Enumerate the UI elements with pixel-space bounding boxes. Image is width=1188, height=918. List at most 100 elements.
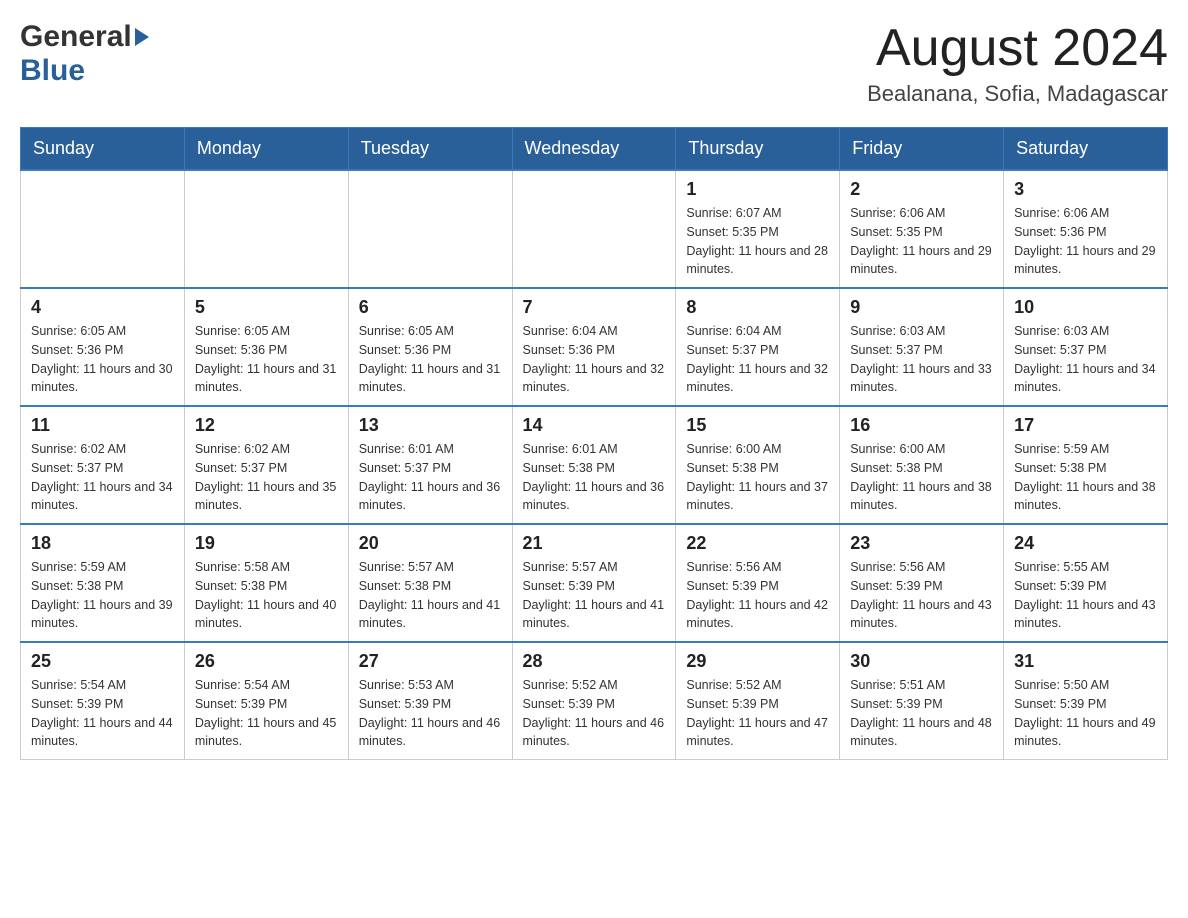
- week-row-1: 1 Sunrise: 6:07 AMSunset: 5:35 PMDaylight…: [21, 170, 1168, 288]
- day-number: 2: [850, 179, 993, 200]
- week-row-2: 4 Sunrise: 6:05 AMSunset: 5:36 PMDaylight…: [21, 288, 1168, 406]
- weekday-header-sunday: Sunday: [21, 128, 185, 171]
- weekday-header-tuesday: Tuesday: [348, 128, 512, 171]
- day-info: Sunrise: 5:57 AMSunset: 5:38 PMDaylight:…: [359, 558, 502, 633]
- calendar-cell: 4 Sunrise: 6:05 AMSunset: 5:36 PMDaylight…: [21, 288, 185, 406]
- day-info: Sunrise: 5:52 AMSunset: 5:39 PMDaylight:…: [686, 676, 829, 751]
- calendar-cell: 14 Sunrise: 6:01 AMSunset: 5:38 PMDayligh…: [512, 406, 676, 524]
- month-title: August 2024: [867, 20, 1168, 77]
- day-info: Sunrise: 6:00 AMSunset: 5:38 PMDaylight:…: [686, 440, 829, 515]
- calendar-cell: [512, 170, 676, 288]
- day-number: 25: [31, 651, 174, 672]
- day-number: 23: [850, 533, 993, 554]
- calendar-cell: 17 Sunrise: 5:59 AMSunset: 5:38 PMDayligh…: [1004, 406, 1168, 524]
- day-info: Sunrise: 5:58 AMSunset: 5:38 PMDaylight:…: [195, 558, 338, 633]
- day-number: 11: [31, 415, 174, 436]
- day-info: Sunrise: 6:00 AMSunset: 5:38 PMDaylight:…: [850, 440, 993, 515]
- day-info: Sunrise: 6:05 AMSunset: 5:36 PMDaylight:…: [31, 322, 174, 397]
- day-info: Sunrise: 6:06 AMSunset: 5:36 PMDaylight:…: [1014, 204, 1157, 279]
- day-number: 19: [195, 533, 338, 554]
- calendar-cell: 20 Sunrise: 5:57 AMSunset: 5:38 PMDayligh…: [348, 524, 512, 642]
- week-row-5: 25 Sunrise: 5:54 AMSunset: 5:39 PMDayligh…: [21, 642, 1168, 760]
- calendar-cell: 6Sunrise: 6:05 AMSunset: 5:36 PMDaylight…: [348, 288, 512, 406]
- day-info: Sunrise: 5:51 AMSunset: 5:39 PMDaylight:…: [850, 676, 993, 751]
- weekday-header-saturday: Saturday: [1004, 128, 1168, 171]
- calendar-cell: 5 Sunrise: 6:05 AMSunset: 5:36 PMDaylight…: [184, 288, 348, 406]
- day-info: Sunrise: 6:03 AMSunset: 5:37 PMDaylight:…: [850, 322, 993, 397]
- day-info: Sunrise: 6:02 AMSunset: 5:37 PMDaylight:…: [31, 440, 174, 515]
- day-info: Sunrise: 6:04 AMSunset: 5:37 PMDaylight:…: [686, 322, 829, 397]
- calendar-cell: 21 Sunrise: 5:57 AMSunset: 5:39 PMDayligh…: [512, 524, 676, 642]
- calendar-cell: [348, 170, 512, 288]
- title-area: August 2024 Bealanana, Sofia, Madagascar: [867, 20, 1168, 107]
- day-number: 29: [686, 651, 829, 672]
- calendar-cell: 3Sunrise: 6:06 AMSunset: 5:36 PMDaylight…: [1004, 170, 1168, 288]
- day-info: Sunrise: 6:01 AMSunset: 5:38 PMDaylight:…: [523, 440, 666, 515]
- weekday-header-friday: Friday: [840, 128, 1004, 171]
- day-info: Sunrise: 5:56 AMSunset: 5:39 PMDaylight:…: [850, 558, 993, 633]
- day-number: 22: [686, 533, 829, 554]
- day-number: 27: [359, 651, 502, 672]
- day-info: Sunrise: 5:59 AMSunset: 5:38 PMDaylight:…: [1014, 440, 1157, 515]
- calendar-cell: 1 Sunrise: 6:07 AMSunset: 5:35 PMDaylight…: [676, 170, 840, 288]
- day-info: Sunrise: 6:02 AMSunset: 5:37 PMDaylight:…: [195, 440, 338, 515]
- calendar-cell: 7Sunrise: 6:04 AMSunset: 5:36 PMDaylight…: [512, 288, 676, 406]
- logo: General Blue: [20, 20, 149, 88]
- calendar-cell: 27Sunrise: 5:53 AMSunset: 5:39 PMDayligh…: [348, 642, 512, 760]
- day-info: Sunrise: 5:55 AMSunset: 5:39 PMDaylight:…: [1014, 558, 1157, 633]
- calendar-cell: 15 Sunrise: 6:00 AMSunset: 5:38 PMDayligh…: [676, 406, 840, 524]
- logo-arrow-icon: [135, 28, 149, 46]
- day-info: Sunrise: 5:54 AMSunset: 5:39 PMDaylight:…: [195, 676, 338, 751]
- calendar-cell: 28Sunrise: 5:52 AMSunset: 5:39 PMDayligh…: [512, 642, 676, 760]
- day-info: Sunrise: 5:56 AMSunset: 5:39 PMDaylight:…: [686, 558, 829, 633]
- day-number: 5: [195, 297, 338, 318]
- day-info: Sunrise: 6:03 AMSunset: 5:37 PMDaylight:…: [1014, 322, 1157, 397]
- calendar-cell: 24 Sunrise: 5:55 AMSunset: 5:39 PMDayligh…: [1004, 524, 1168, 642]
- calendar-cell: 19 Sunrise: 5:58 AMSunset: 5:38 PMDayligh…: [184, 524, 348, 642]
- calendar-cell: 10 Sunrise: 6:03 AMSunset: 5:37 PMDayligh…: [1004, 288, 1168, 406]
- calendar-table: SundayMondayTuesdayWednesdayThursdayFrid…: [20, 127, 1168, 760]
- day-number: 26: [195, 651, 338, 672]
- calendar-cell: 16 Sunrise: 6:00 AMSunset: 5:38 PMDayligh…: [840, 406, 1004, 524]
- logo-blue: Blue: [20, 54, 85, 87]
- calendar-cell: 23 Sunrise: 5:56 AMSunset: 5:39 PMDayligh…: [840, 524, 1004, 642]
- day-number: 8: [686, 297, 829, 318]
- day-number: 21: [523, 533, 666, 554]
- calendar-cell: 12 Sunrise: 6:02 AMSunset: 5:37 PMDayligh…: [184, 406, 348, 524]
- day-number: 12: [195, 415, 338, 436]
- weekday-header-row: SundayMondayTuesdayWednesdayThursdayFrid…: [21, 128, 1168, 171]
- day-info: Sunrise: 6:05 AMSunset: 5:36 PMDaylight:…: [195, 322, 338, 397]
- day-number: 18: [31, 533, 174, 554]
- day-number: 20: [359, 533, 502, 554]
- day-info: Sunrise: 5:57 AMSunset: 5:39 PMDaylight:…: [523, 558, 666, 633]
- day-number: 4: [31, 297, 174, 318]
- day-number: 17: [1014, 415, 1157, 436]
- calendar-cell: 30Sunrise: 5:51 AMSunset: 5:39 PMDayligh…: [840, 642, 1004, 760]
- weekday-header-monday: Monday: [184, 128, 348, 171]
- calendar-cell: 9 Sunrise: 6:03 AMSunset: 5:37 PMDaylight…: [840, 288, 1004, 406]
- day-number: 1: [686, 179, 829, 200]
- location: Bealanana, Sofia, Madagascar: [867, 81, 1168, 107]
- day-number: 10: [1014, 297, 1157, 318]
- calendar-cell: 25Sunrise: 5:54 AMSunset: 5:39 PMDayligh…: [21, 642, 185, 760]
- calendar-cell: 22 Sunrise: 5:56 AMSunset: 5:39 PMDayligh…: [676, 524, 840, 642]
- weekday-header-wednesday: Wednesday: [512, 128, 676, 171]
- calendar-cell: 29 Sunrise: 5:52 AMSunset: 5:39 PMDayligh…: [676, 642, 840, 760]
- weekday-header-thursday: Thursday: [676, 128, 840, 171]
- calendar-cell: 26 Sunrise: 5:54 AMSunset: 5:39 PMDayligh…: [184, 642, 348, 760]
- week-row-3: 11 Sunrise: 6:02 AMSunset: 5:37 PMDayligh…: [21, 406, 1168, 524]
- day-info: Sunrise: 6:05 AMSunset: 5:36 PMDaylight:…: [359, 322, 502, 397]
- day-number: 7: [523, 297, 666, 318]
- day-number: 15: [686, 415, 829, 436]
- day-number: 31: [1014, 651, 1157, 672]
- day-number: 24: [1014, 533, 1157, 554]
- day-info: Sunrise: 5:52 AMSunset: 5:39 PMDaylight:…: [523, 676, 666, 751]
- calendar-cell: 2Sunrise: 6:06 AMSunset: 5:35 PMDaylight…: [840, 170, 1004, 288]
- day-info: Sunrise: 5:50 AMSunset: 5:39 PMDaylight:…: [1014, 676, 1157, 751]
- day-number: 9: [850, 297, 993, 318]
- day-number: 16: [850, 415, 993, 436]
- day-number: 14: [523, 415, 666, 436]
- day-number: 13: [359, 415, 502, 436]
- calendar-cell: 11 Sunrise: 6:02 AMSunset: 5:37 PMDayligh…: [21, 406, 185, 524]
- day-info: Sunrise: 6:07 AMSunset: 5:35 PMDaylight:…: [686, 204, 829, 279]
